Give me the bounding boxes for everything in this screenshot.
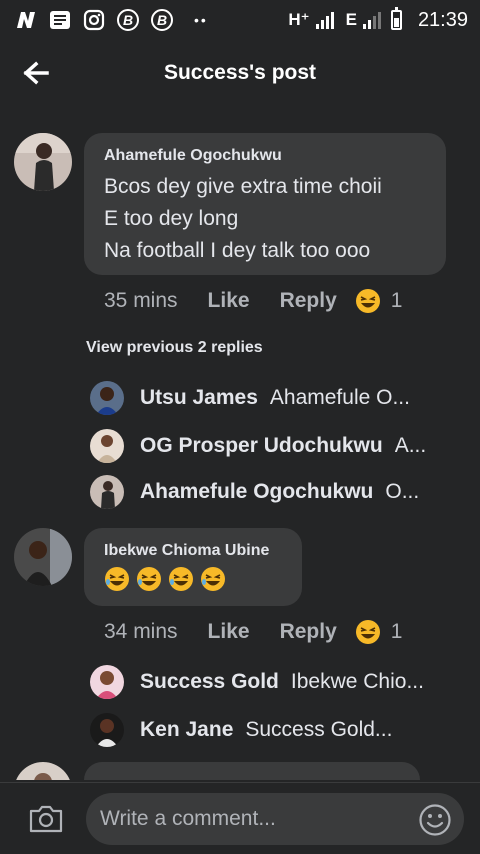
clock: 21:39 [417,8,468,31]
comment-text-line: E too dey long [104,207,239,230]
reply-button[interactable]: Reply [280,289,337,313]
comment-text-line: Bcos dey give extra time choii [104,175,382,198]
reaction-summary[interactable]: 1 [355,288,403,314]
status-bar: B B •• H⁺ E 21:39 [0,0,480,40]
reply-button[interactable]: Reply [280,620,337,644]
avatar [90,381,124,415]
reaction-summary[interactable]: 1 [355,619,403,645]
b-app-icon: B [116,8,140,32]
like-button[interactable]: Like [208,289,250,313]
avatar[interactable] [14,528,72,586]
arrow-left-icon [23,61,49,85]
page-title: Success's post [163,61,317,84]
reply-text: A... [394,434,427,457]
comment-time: 35 mins [104,289,178,312]
network-type-1: H⁺ [288,10,310,29]
avatar[interactable] [14,133,72,191]
reply-author: Success Gold [140,670,279,693]
comment-bubble[interactable]: Ahamefule Ogochukwu Bcos dey give extra … [84,133,446,275]
b-app-icon-2: B [150,8,174,32]
smiley-icon [419,804,451,836]
back-button[interactable] [20,58,52,88]
laughing-emoji-icon [355,620,380,644]
avatar [90,429,124,463]
notification-icons: B B •• [14,8,208,32]
reply-preview-row[interactable]: Ahamefule Ogochukwu O... [90,472,460,512]
reply-preview-row[interactable]: Success Gold Ibekwe Chio... [90,662,460,702]
more-notifications-dots: •• [194,12,208,28]
comment-input[interactable] [86,792,464,845]
reply-preview-row[interactable]: OG Prosper Udochukwu A... [90,426,460,466]
comment-composer [0,782,480,854]
avatar [90,665,124,699]
rolling-laughing-emoji-icon [201,567,225,591]
reaction-count: 1 [390,289,403,312]
reply-text: Success Gold... [245,718,393,741]
reply-preview-row[interactable]: Ken Jane Success Gold... [90,710,460,750]
post-header: Success's post [0,46,480,100]
signal-icon-2 [362,11,381,29]
comment-list[interactable]: Ahamefule Ogochukwu Bcos dey give extra … [0,100,480,780]
avatar [90,713,124,747]
camera-button[interactable] [26,799,66,839]
comment-bubble[interactable]: Ibekwe Chioma Ubine [84,528,302,606]
reply-text: Ahamefule O... [269,386,410,409]
message-icon [48,8,72,32]
system-indicators: H⁺ E 21:39 [288,7,468,32]
laughing-emoji-icon [355,289,380,313]
emoji-content [104,566,282,592]
reply-text: O... [385,480,420,503]
rolling-laughing-emoji-icon [105,567,129,591]
reply-author: OG Prosper Udochukwu [140,434,383,457]
reply-author: Ken Jane [140,718,234,741]
comment-actions: 34 mins Like Reply 1 [104,619,402,645]
reply-text: Ibekwe Chio... [290,670,424,693]
network-type-2: E [345,10,357,29]
svg-text:B: B [157,12,167,28]
instagram-icon [82,8,106,32]
view-previous-replies-link[interactable]: View previous 2 replies [86,339,263,357]
comment-actions: 35 mins Like Reply 1 [104,288,402,314]
comment-text-line: Na football I dey talk too ooo [104,239,371,262]
reply-author: Utsu James [140,386,258,409]
comment-author[interactable]: Ibekwe Chioma Ubine [104,542,282,560]
reply-author: Ahamefule Ogochukwu [140,480,374,503]
reply-preview-row[interactable]: Utsu James Ahamefule O... [90,378,460,418]
camera-icon [29,805,63,832]
rolling-laughing-emoji-icon [169,567,193,591]
like-button[interactable]: Like [208,620,250,644]
comment-author[interactable]: Ahamefule Ogochukwu [104,147,426,165]
signal-icon [315,11,334,29]
emoji-button[interactable] [418,803,452,837]
avatar [90,475,124,509]
battery-icon [390,7,402,30]
rolling-laughing-emoji-icon [137,567,161,591]
reaction-count: 1 [390,620,403,643]
n-app-icon [14,8,38,32]
avatar[interactable] [14,762,72,780]
comment-time: 34 mins [104,620,178,643]
comment-bubble[interactable] [84,762,420,780]
svg-text:B: B [123,12,133,28]
